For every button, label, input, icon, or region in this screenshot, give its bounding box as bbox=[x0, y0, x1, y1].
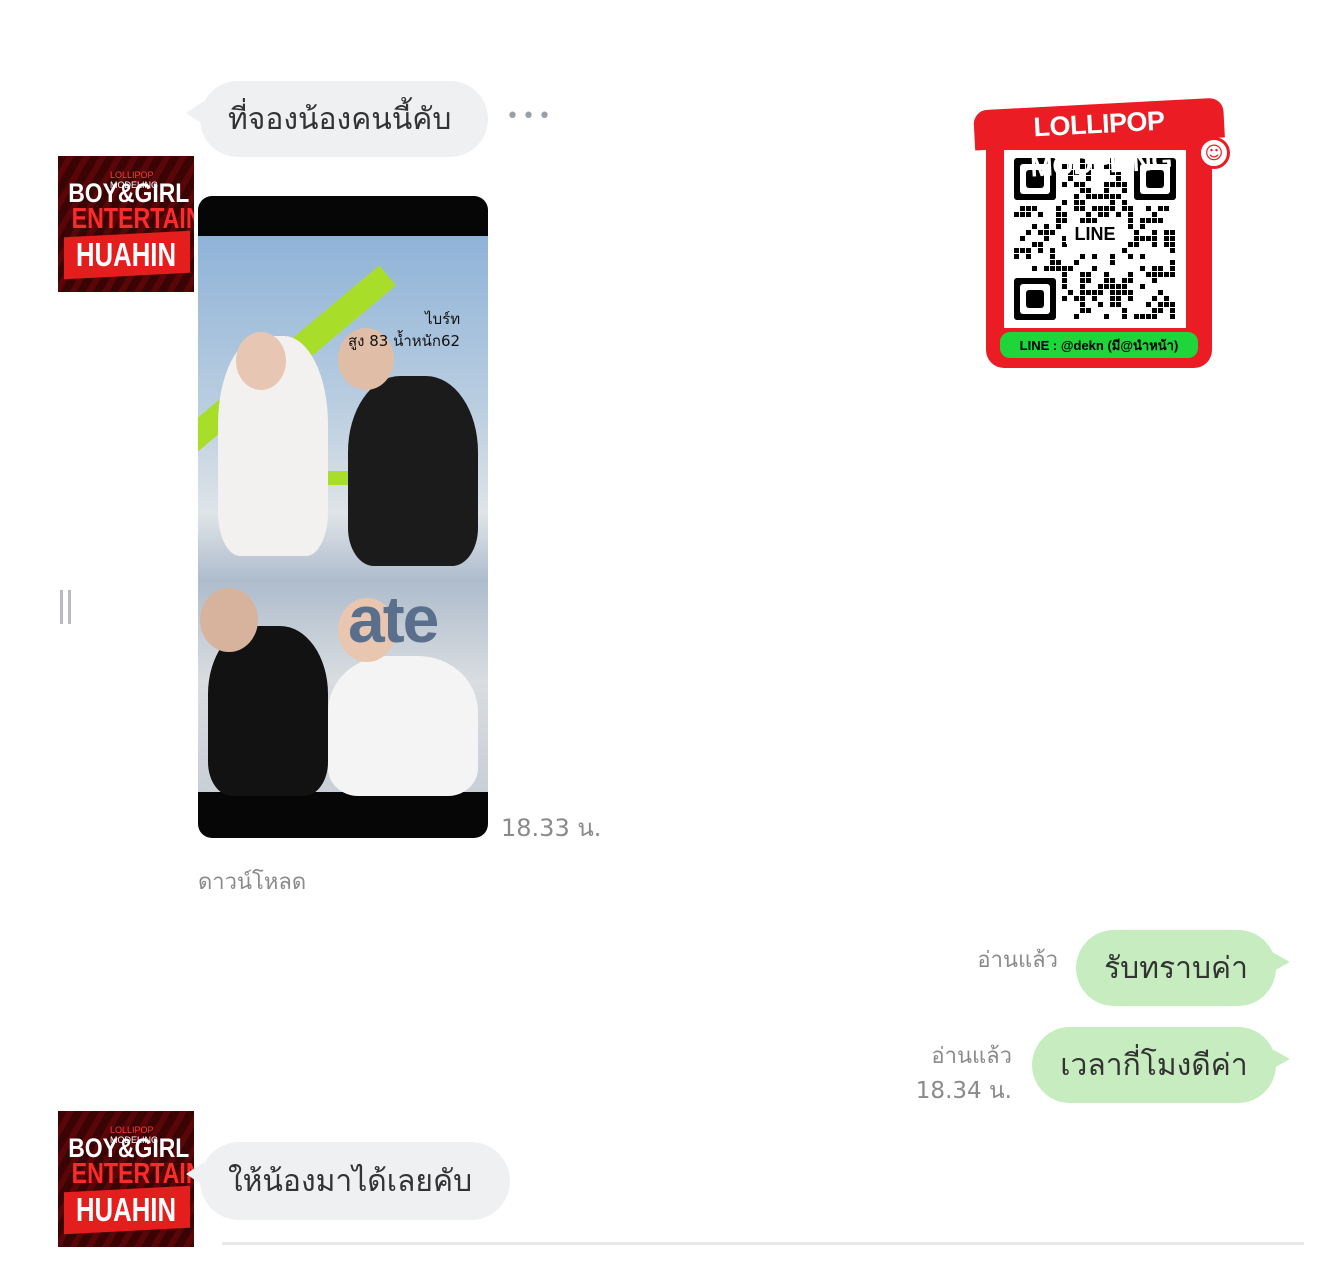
avatar-line3: HUAHIN bbox=[75, 236, 177, 273]
pause-bar-icon[interactable] bbox=[60, 590, 74, 624]
download-link[interactable]: ดาวน์โหลด bbox=[198, 864, 306, 899]
qr-center-label: LINE bbox=[1066, 224, 1124, 244]
avatar-line3: HUAHIN bbox=[75, 1191, 177, 1228]
message-time: 18.34 น. bbox=[915, 1078, 1012, 1104]
read-receipt: อ่านแล้ว bbox=[977, 948, 1058, 973]
qr-footer: LINE : @dekn (มี@นำหน้า) bbox=[1000, 332, 1198, 358]
contact-avatar[interactable]: LOLLIPOP MODELING BOY&GIRL ENTERTAIN HUA… bbox=[58, 1111, 194, 1247]
photo-scene: ไบร์ท สูง 83 น้ำหนัก62 ate bbox=[198, 236, 488, 796]
more-dots-icon[interactable]: ••• bbox=[506, 104, 552, 134]
divider bbox=[222, 1242, 1304, 1245]
read-receipt: อ่านแล้ว bbox=[931, 1044, 1012, 1069]
message-text: รับทราบค่า bbox=[1104, 950, 1248, 986]
message-time: 18.33 น. bbox=[501, 814, 602, 842]
smile-icon: ☺ bbox=[1198, 137, 1230, 169]
photo-figure bbox=[200, 588, 258, 652]
message-bubble-outgoing[interactable]: เวลากี่โมงดีค่า bbox=[1032, 1027, 1290, 1103]
message-text: ที่จองน้องคนนี้คับ bbox=[228, 101, 452, 137]
message-text: เวลากี่โมงดีค่า bbox=[1060, 1047, 1248, 1083]
contact-avatar[interactable]: LOLLIPOP MODELING BOY&GIRL ENTERTAIN HUA… bbox=[58, 156, 194, 292]
image-message[interactable]: ไบร์ท สูง 83 น้ำหนัก62 ate bbox=[198, 196, 488, 838]
photo-figure bbox=[348, 376, 478, 566]
photo-figure bbox=[236, 332, 286, 390]
photo-sign-text: ate bbox=[348, 582, 439, 656]
photo-caption: ไบร์ท สูง 83 น้ำหนัก62 bbox=[348, 310, 461, 350]
message-bubble-outgoing[interactable]: รับทราบค่า bbox=[1076, 930, 1290, 1006]
message-bubble-incoming[interactable]: ให้น้องมาได้เลยคับ bbox=[186, 1142, 510, 1220]
message-bubble-incoming[interactable]: ที่จองน้องคนนี้คับ bbox=[186, 81, 488, 157]
photo-figure bbox=[328, 656, 478, 796]
message-text: ให้น้องมาได้เลยคับ bbox=[228, 1163, 473, 1199]
